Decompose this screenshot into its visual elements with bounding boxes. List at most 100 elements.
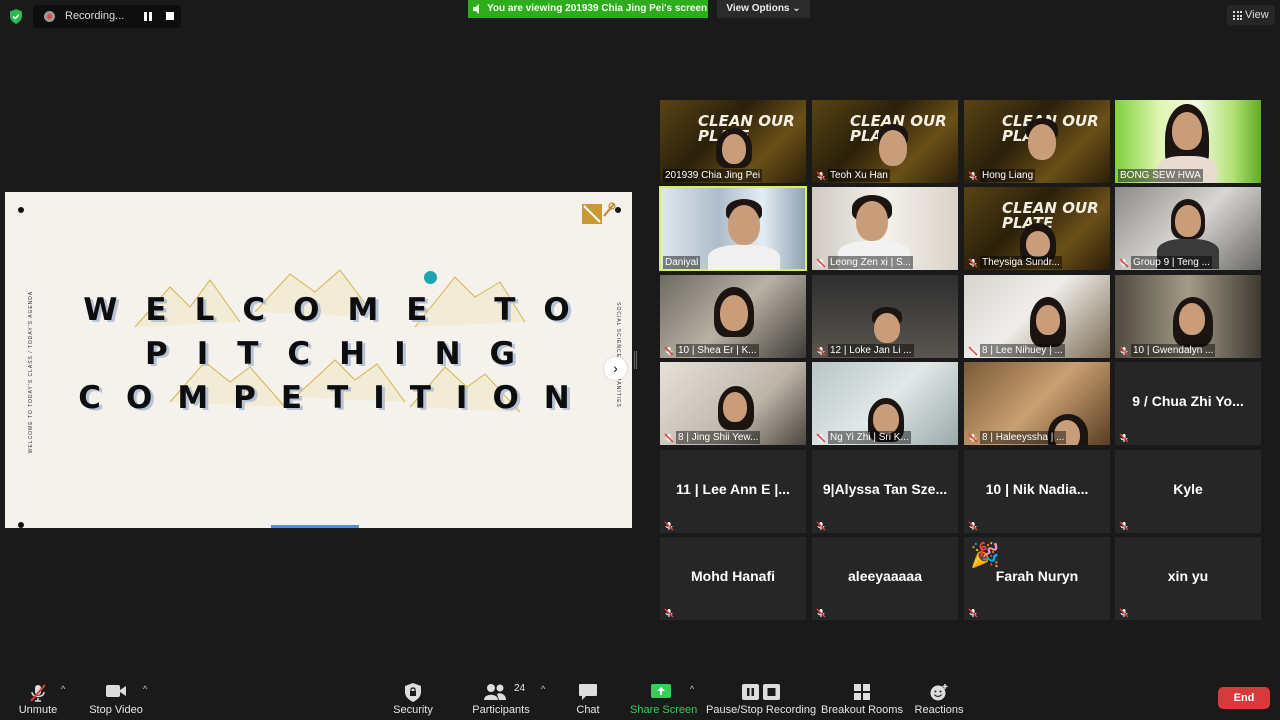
muted-mic-icon xyxy=(816,346,826,356)
participant-name: 201939 Chia Jing Pei xyxy=(663,169,763,182)
video-tile-no-video[interactable]: 11 | Lee Ann E |... xyxy=(660,450,806,533)
video-tile[interactable]: 10 | Gwendalyn ... xyxy=(1115,275,1261,358)
pause-stop-recording-icon xyxy=(742,684,780,700)
video-tile-no-video[interactable]: 10 | Nik Nadia... xyxy=(964,450,1110,533)
participants-icon xyxy=(484,684,506,700)
muted-mic-icon xyxy=(968,608,978,618)
video-camera-icon xyxy=(106,685,126,697)
cursor-pointer xyxy=(424,271,437,284)
participant-face xyxy=(856,201,888,241)
pause-stop-recording-button[interactable]: Pause/Stop Recording xyxy=(706,680,816,720)
chat-button[interactable]: Chat xyxy=(568,680,608,720)
recording-indicator: Recording... xyxy=(33,5,181,28)
participant-name: 8 | Jing Shii Yew... xyxy=(676,431,761,444)
video-tile-no-video[interactable]: aleeyaaaaa xyxy=(812,537,958,620)
video-tile[interactable]: 8 | Lee Nihuey | ... xyxy=(964,275,1110,358)
video-tile[interactable]: 8 | Jing Shii Yew... xyxy=(660,362,806,445)
share-screen-label: Share Screen xyxy=(630,704,698,716)
participant-name: 10 | Gwendalyn ... xyxy=(1131,344,1216,357)
muted-mic-icon xyxy=(1119,433,1129,443)
participant-name-large: 11 | Lee Ann E |... xyxy=(676,481,790,497)
stop-video-button[interactable]: Stop Video xyxy=(86,680,146,720)
video-tile[interactable]: 8 | Haleeyssha | ... xyxy=(964,362,1110,445)
pause-stop-recording-label: Pause/Stop Recording xyxy=(706,704,817,716)
video-tile-no-video[interactable]: 9 / Chua Zhi Yo... xyxy=(1115,362,1261,445)
participant-name: 12 | Loke Jan Li ... xyxy=(828,344,914,357)
muted-mic-icon xyxy=(816,608,826,618)
share-screen-icon xyxy=(651,684,671,698)
participant-face xyxy=(720,295,748,331)
shared-screen-slide: WELCOME TO PITCHING COMPETITION WELCOME … xyxy=(5,192,632,528)
clean-our-plate-logo xyxy=(582,202,618,244)
participant-face xyxy=(874,313,900,343)
video-tile[interactable]: Ng Yi Zhi | Sri K... xyxy=(812,362,958,445)
participants-options-chevron[interactable]: ^ xyxy=(541,684,545,694)
participant-name-large: xin yu xyxy=(1167,568,1209,584)
chat-bubble-icon xyxy=(579,684,597,700)
participant-face xyxy=(1172,112,1202,150)
participant-shoulders xyxy=(708,245,780,270)
chat-label: Chat xyxy=(576,704,600,716)
security-button[interactable]: Security xyxy=(388,680,438,720)
participant-face xyxy=(1028,124,1056,160)
unmute-button[interactable]: Unmute xyxy=(14,680,62,720)
unmute-label: Unmute xyxy=(18,704,58,716)
reactions-button[interactable]: Reactions xyxy=(914,680,964,720)
video-tile[interactable]: 12 | Loke Jan Li ... xyxy=(812,275,958,358)
participant-name-large: 9|Alyssa Tan Sze... xyxy=(822,481,948,497)
next-slide-button[interactable]: › xyxy=(604,357,627,380)
muted-mic-icon xyxy=(664,608,674,618)
view-options-button[interactable]: View Options ⌄ xyxy=(717,0,810,18)
participant-face xyxy=(1026,231,1050,257)
video-tile[interactable]: CLEAN OUR PLATE Theysiga Sundr... xyxy=(964,187,1110,270)
muted-mic-icon xyxy=(816,171,826,181)
viewing-banner-text: You are viewing 201939 Chia Jing Pei's s… xyxy=(487,3,708,14)
pause-recording-icon[interactable] xyxy=(143,12,153,21)
muted-mic-icon xyxy=(1119,346,1129,356)
participant-face xyxy=(879,130,907,166)
slide-title-line-3: COMPETITION xyxy=(78,380,595,416)
share-screen-options-chevron[interactable]: ^ xyxy=(690,684,694,694)
video-tile-no-video[interactable]: Kyle xyxy=(1115,450,1261,533)
muted-mic-icon xyxy=(968,521,978,531)
participant-name: BONG SEW HWA xyxy=(1118,169,1203,182)
video-tile-no-video[interactable]: 🎉 Farah Nuryn xyxy=(964,537,1110,620)
muted-mic-icon xyxy=(1119,521,1129,531)
stop-recording-icon[interactable] xyxy=(166,12,174,20)
end-meeting-button[interactable]: End xyxy=(1218,687,1270,709)
split-view-handle[interactable] xyxy=(634,351,637,369)
video-tile[interactable]: CLEAN OURPLATE 201939 Chia Jing Pei xyxy=(660,100,806,183)
participant-count: 24 xyxy=(514,683,526,694)
breakout-rooms-button[interactable]: Breakout Rooms xyxy=(820,680,904,720)
viewing-screen-banner: You are viewing 201939 Chia Jing Pei's s… xyxy=(468,0,708,18)
slide-side-text-left: WELCOME TO TODAY'S CLASS / TODAY'S AGEND… xyxy=(28,290,35,454)
participant-face xyxy=(722,134,746,164)
video-tile-no-video[interactable]: 9|Alyssa Tan Sze... xyxy=(812,450,958,533)
recording-label: Recording... xyxy=(65,10,125,22)
share-screen-button[interactable]: Share Screen xyxy=(630,680,698,720)
participant-name: Theysiga Sundr... xyxy=(980,256,1062,269)
video-tile[interactable]: 10 | Shea Er | K... xyxy=(660,275,806,358)
video-tile-no-video[interactable]: xin yu xyxy=(1115,537,1261,620)
participant-name: 8 | Haleeyssha | ... xyxy=(980,431,1067,444)
participant-name: Ng Yi Zhi | Sri K... xyxy=(828,431,911,444)
video-tile[interactable]: Leong Zen xi | S... xyxy=(812,187,958,270)
video-options-chevron[interactable]: ^ xyxy=(143,684,147,694)
video-tile-no-video[interactable]: Mohd Hanafi xyxy=(660,537,806,620)
muted-mic-icon xyxy=(1119,608,1129,618)
view-button[interactable]: View xyxy=(1227,5,1275,25)
security-shield-icon[interactable] xyxy=(9,9,23,24)
participant-face xyxy=(728,205,760,245)
breakout-rooms-icon xyxy=(854,684,870,700)
video-tile[interactable]: CLEAN OUR PLATE Teoh Xu Han xyxy=(812,100,958,183)
audio-options-chevron[interactable]: ^ xyxy=(61,684,65,694)
participant-name-large: Mohd Hanafi xyxy=(691,568,775,584)
participant-face xyxy=(1175,205,1201,237)
video-tile-active-speaker[interactable]: Daniyal xyxy=(659,186,807,271)
video-tile[interactable]: CLEAN OURPLATE Hong Liang xyxy=(964,100,1110,183)
video-tile[interactable]: Group 9 | Teng ... xyxy=(1115,187,1261,270)
participant-name-large: Kyle xyxy=(1173,481,1203,497)
slide-side-text-right: SOCIAL SCIENCE & HUMANITIES xyxy=(614,302,621,408)
video-tile[interactable]: BONG SEW HWA xyxy=(1115,100,1261,183)
participant-name-large: 10 | Nik Nadia... xyxy=(985,481,1089,497)
